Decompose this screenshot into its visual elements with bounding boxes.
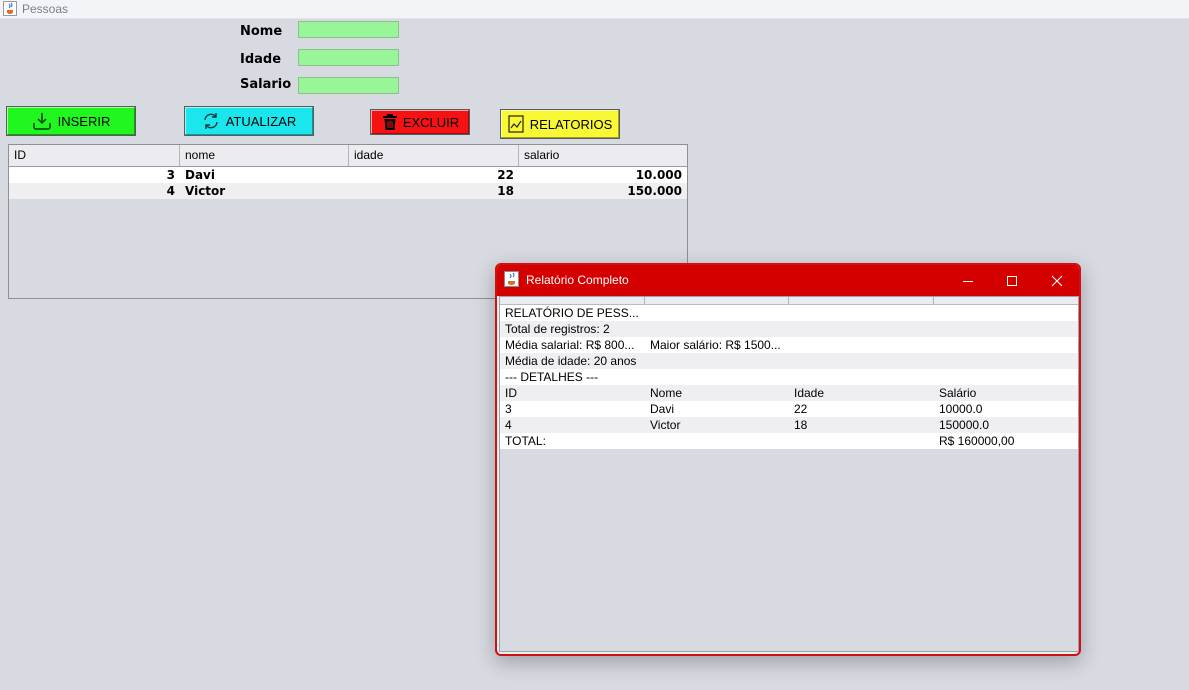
report-cell: Média salarial: R$ 800... xyxy=(505,338,635,352)
cell-salario: 150.000 xyxy=(627,184,682,198)
report-cell: 18 xyxy=(794,418,808,432)
cell-nome: Davi xyxy=(185,168,215,182)
report-row[interactable]: --- DETALHES --- xyxy=(500,369,1078,385)
minimize-button[interactable] xyxy=(945,265,991,296)
report-cell: RELATÓRIO DE PESS... xyxy=(505,306,639,320)
report-row[interactable]: 3 Davi 22 10000.0 xyxy=(500,401,1078,417)
report-table-header xyxy=(500,297,1078,305)
report-cell: TOTAL: xyxy=(505,434,546,448)
report-table[interactable]: RELATÓRIO DE PESS... Total de registros:… xyxy=(499,296,1079,652)
report-cell: 22 xyxy=(794,402,808,416)
report-cell: Victor xyxy=(650,418,681,432)
relatorios-button[interactable]: RELATORIOS xyxy=(500,109,620,139)
close-button[interactable] xyxy=(1034,265,1079,296)
nome-label: Nome xyxy=(240,24,283,39)
java-app-icon xyxy=(504,271,519,287)
report-cell: Maior salário: R$ 1500... xyxy=(650,338,781,352)
maximize-icon xyxy=(1007,275,1017,286)
column-header-nome[interactable]: nome xyxy=(180,145,349,166)
minimize-icon xyxy=(963,280,973,282)
report-cell: Nome xyxy=(650,386,683,400)
report-row[interactable]: Total de registros: 2 xyxy=(500,321,1078,337)
table-header: ID nome idade salario xyxy=(9,145,687,167)
atualizar-label: ATUALIZAR xyxy=(225,113,297,129)
report-cell: R$ 160000,00 xyxy=(939,434,1015,448)
report-cell: 3 xyxy=(505,402,512,416)
table-row[interactable]: 3 Davi 22 10.000 xyxy=(9,167,687,183)
column-separator[interactable] xyxy=(788,297,789,304)
dialog-title: Relatório Completo xyxy=(526,273,629,287)
cell-nome: Victor xyxy=(185,184,226,198)
trash-icon xyxy=(382,114,397,130)
excluir-label: EXCLUIR xyxy=(402,114,460,130)
window-titlebar: Pessoas xyxy=(0,0,1189,19)
report-row[interactable]: Média de idade: 20 anos xyxy=(500,353,1078,369)
salario-input[interactable] xyxy=(298,77,399,94)
inserir-button[interactable]: INSERIR xyxy=(6,106,136,136)
refresh-icon xyxy=(204,113,218,129)
nome-input[interactable] xyxy=(298,21,399,38)
atualizar-button[interactable]: ATUALIZAR xyxy=(184,106,314,136)
close-icon xyxy=(1051,275,1063,286)
cell-idade: 22 xyxy=(497,168,514,182)
report-cell: --- DETALHES --- xyxy=(505,370,599,384)
table-row[interactable]: 4 Victor 18 150.000 xyxy=(9,183,687,199)
report-cell: Davi xyxy=(650,402,675,416)
cell-id: 4 xyxy=(166,184,175,198)
report-cell: 10000.0 xyxy=(939,402,983,416)
report-cell: 150000.0 xyxy=(939,418,990,432)
relatorios-label: RELATORIOS xyxy=(529,116,613,132)
report-cell: Idade xyxy=(794,386,825,400)
report-row[interactable]: 4 Victor 18 150000.0 xyxy=(500,417,1078,433)
maximize-button[interactable] xyxy=(989,265,1035,296)
column-separator[interactable] xyxy=(644,297,645,304)
report-chart-icon xyxy=(508,115,524,133)
column-header-salario[interactable]: salario xyxy=(519,145,687,166)
cell-idade: 18 xyxy=(497,184,514,198)
column-header-id[interactable]: ID xyxy=(9,145,180,166)
report-row[interactable]: TOTAL: R$ 160000,00 xyxy=(500,433,1078,449)
column-separator[interactable] xyxy=(933,297,934,304)
report-row[interactable]: ID Nome Idade Salário xyxy=(500,385,1078,401)
report-cell: Média de idade: 20 anos xyxy=(505,354,637,368)
report-cell: Total de registros: 2 xyxy=(505,322,610,336)
idade-label: Idade xyxy=(240,52,282,67)
cell-id: 3 xyxy=(166,168,175,182)
java-app-icon xyxy=(3,1,17,16)
report-cell: 4 xyxy=(505,418,512,432)
report-cell: ID xyxy=(505,386,517,400)
report-rows: RELATÓRIO DE PESS... Total de registros:… xyxy=(500,305,1078,449)
inserir-label: INSERIR xyxy=(57,113,111,129)
column-header-idade[interactable]: idade xyxy=(349,145,519,166)
report-cell: Salário xyxy=(939,386,977,400)
dialog-titlebar[interactable]: Relatório Completo xyxy=(497,265,1079,296)
idade-input[interactable] xyxy=(298,49,399,66)
cell-salario: 10.000 xyxy=(635,168,682,182)
report-row[interactable]: RELATÓRIO DE PESS... xyxy=(500,305,1078,321)
salario-label: Salario xyxy=(240,77,292,92)
excluir-button[interactable]: EXCLUIR xyxy=(370,109,470,135)
download-icon xyxy=(32,113,51,130)
table-body: 3 Davi 22 10.000 4 Victor 18 150.000 xyxy=(9,167,687,199)
relatorio-dialog: Relatório Completo RELATÓRIO DE PESS... … xyxy=(495,263,1081,656)
window-title: Pessoas xyxy=(22,2,69,16)
report-row[interactable]: Média salarial: R$ 800... Maior salário:… xyxy=(500,337,1078,353)
